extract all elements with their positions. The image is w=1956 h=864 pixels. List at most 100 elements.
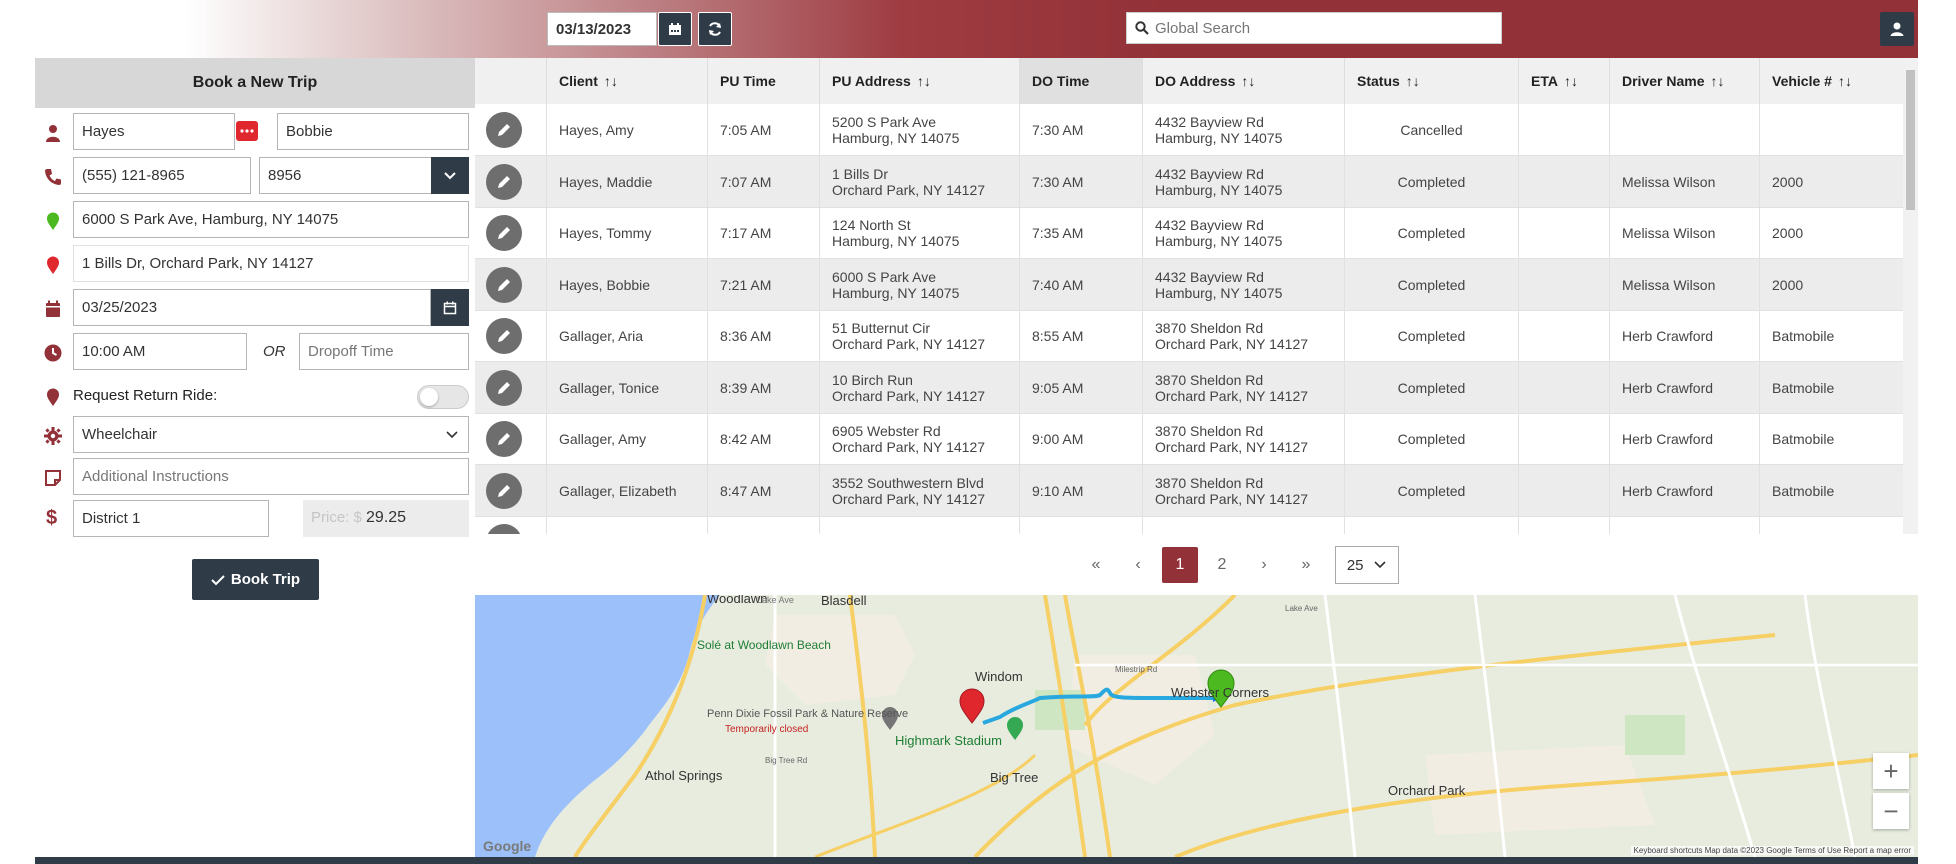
- trip-date-field[interactable]: 03/25/2023: [73, 289, 431, 326]
- route-map[interactable]: Woodlawn Lake Ave Blasdell Solé at Woodl…: [475, 595, 1918, 857]
- header-vehicle[interactable]: Vehicle # ↑↓: [1759, 58, 1905, 104]
- dropoff-time-field[interactable]: Dropoff Time: [299, 333, 469, 370]
- return-ride-row: Request Return Ride:: [35, 377, 475, 415]
- header-do-time[interactable]: DO Time: [1019, 58, 1142, 104]
- contact-card-icon[interactable]: [236, 121, 258, 141]
- edit-trip-button[interactable]: [486, 266, 522, 303]
- edit-trip-button[interactable]: [486, 369, 522, 406]
- address-line-1: 4432 Bayview Rd: [1155, 217, 1264, 233]
- cell-eta: [1518, 310, 1609, 362]
- table-row[interactable]: Hayes, Maddie 7:07 AM 1 Bills Dr Orchard Pa…: [475, 155, 1905, 208]
- table-row[interactable]: Gallager, Elizabeth 8:47 AM 3552 Southwest…: [475, 464, 1905, 517]
- cell-driver: [1609, 516, 1759, 534]
- edit-trip-button[interactable]: [486, 112, 522, 148]
- calendar-icon: [669, 23, 681, 35]
- calendar-button[interactable]: [658, 12, 692, 46]
- next-page-button[interactable]: ›: [1243, 547, 1285, 583]
- table-row[interactable]: Hayes, Amy 7:05 AM 5200 S Park Ave Hamburg,…: [475, 104, 1905, 156]
- prev-page-button[interactable]: ‹: [1117, 547, 1159, 583]
- stadium-marker[interactable]: [1007, 717, 1023, 740]
- table-header: Client ↑↓ PU Time PU Address ↑↓ DO Time DO…: [475, 58, 1905, 104]
- header-client[interactable]: Client ↑↓: [546, 58, 707, 104]
- map-label-blasdell: Blasdell: [821, 595, 867, 608]
- edit-trip-button[interactable]: [486, 318, 522, 354]
- cell-do-address: 4432 Bayview Rd Hamburg, NY 14075: [1142, 155, 1344, 208]
- address-line-2: Orchard Park, NY 14127: [1155, 387, 1309, 404]
- cell-client: Gallager, Amy: [546, 413, 707, 465]
- cell-do-time: [1019, 516, 1142, 534]
- phone-extension-field[interactable]: 8956: [259, 157, 433, 194]
- refresh-button[interactable]: [698, 12, 732, 46]
- mobility-select[interactable]: Wheelchair: [73, 416, 469, 453]
- user-menu-button[interactable]: [1880, 12, 1914, 46]
- page-size-select[interactable]: 25: [1335, 546, 1399, 584]
- address-line-1: 5200 S Park Ave: [832, 114, 937, 130]
- address-line-1: 3870 Sheldon Rd: [1155, 423, 1264, 439]
- date-picker-input[interactable]: 03/13/2023: [547, 12, 657, 46]
- header-pu-address[interactable]: PU Address ↑↓: [819, 58, 1019, 104]
- header-do-address[interactable]: DO Address ↑↓: [1142, 58, 1344, 104]
- header-eta[interactable]: ETA ↑↓: [1518, 58, 1609, 104]
- table-row[interactable]: Hayes, Tommy 7:17 AM 124 North St Hamburg, …: [475, 207, 1905, 259]
- header-pu-time[interactable]: PU Time: [707, 58, 819, 104]
- chevron-down-icon: [446, 431, 458, 439]
- cell-do-time: 7:30 AM: [1019, 104, 1142, 156]
- dropoff-address-field[interactable]: 1 Bills Dr, Orchard Park, NY 14127: [73, 245, 469, 282]
- edit-trip-button[interactable]: [486, 421, 522, 457]
- district-field[interactable]: District 1: [73, 500, 269, 537]
- page-1-button[interactable]: 1: [1162, 547, 1198, 583]
- header-status[interactable]: Status ↑↓: [1344, 58, 1518, 104]
- global-search[interactable]: [1126, 12, 1502, 44]
- edit-trip-button[interactable]: [486, 472, 522, 509]
- edit-trip-button[interactable]: [486, 524, 522, 534]
- return-ride-toggle[interactable]: [417, 385, 469, 409]
- cell-pu-address: 6905 Webster Rd Orchard Park, NY 14127: [819, 413, 1019, 465]
- edit-trip-button[interactable]: [486, 215, 522, 251]
- cell-driver: Herb Crawford: [1609, 361, 1759, 414]
- cell-do-address: 3870 Sheldon Rd Orchard Park, NY 14127: [1142, 361, 1344, 414]
- phone-dropdown-button[interactable]: [431, 157, 469, 194]
- map-zoom-out-button[interactable]: −: [1873, 793, 1909, 829]
- address-line-2: Orchard Park, NY 14127: [1155, 336, 1309, 352]
- trip-date-picker-button[interactable]: [431, 289, 469, 326]
- book-trip-form: Book a New Trip Hayes Bobbie (555) 121-8…: [35, 58, 475, 537]
- header-driver-name[interactable]: Driver Name ↑↓: [1609, 58, 1759, 104]
- table-row[interactable]: Gallager, Tonice 8:39 AM 10 Birch Run Orcha…: [475, 361, 1905, 414]
- phone-field[interactable]: (555) 121-8965: [73, 157, 251, 194]
- sort-icon: ↑↓: [916, 73, 931, 89]
- cell-pu-address: 1 Bills Dr Orchard Park, NY 14127: [819, 155, 1019, 208]
- last-page-button[interactable]: »: [1285, 547, 1327, 583]
- cell-pu-time: 8:42 AM: [707, 413, 819, 465]
- table-row[interactable]: Hayes, Bobbie 7:21 AM 6000 S Park Ave Hambu…: [475, 258, 1905, 311]
- pickup-time-field[interactable]: 10:00 AM: [73, 333, 247, 370]
- table-row[interactable]: Gallager, Aria 8:36 AM 51 Butternut Cir Orc…: [475, 310, 1905, 362]
- cell-eta: [1518, 258, 1609, 311]
- table-scrollbar-thumb[interactable]: [1906, 70, 1915, 210]
- page-2-button[interactable]: 2: [1201, 547, 1243, 583]
- book-trip-button[interactable]: Book Trip: [192, 559, 319, 600]
- dollar-icon: $: [46, 507, 58, 529]
- table-row[interactable]: Gallager, Amy 8:42 AM 6905 Webster Rd Orcha…: [475, 413, 1905, 465]
- first-name-field[interactable]: Bobbie: [277, 113, 469, 150]
- edit-trip-button[interactable]: [486, 163, 522, 200]
- cell-do-time: 8:55 AM: [1019, 310, 1142, 362]
- cell-pu-address: 671 Main St: [819, 516, 1019, 534]
- additional-instructions-field[interactable]: Additional Instructions: [73, 458, 469, 495]
- address-line-2: Hamburg, NY 14075: [1155, 181, 1283, 198]
- map-attribution[interactable]: Keyboard shortcuts Map data ©2023 Google…: [1630, 846, 1914, 855]
- address-line-2: Orchard Park, NY 14127: [832, 439, 986, 455]
- pickup-address-field[interactable]: 6000 S Park Ave, Hamburg, NY 14075: [73, 201, 469, 238]
- cell-pu-time: [707, 516, 819, 534]
- map-zoom-in-button[interactable]: +: [1873, 753, 1909, 789]
- cell-driver: Melissa Wilson: [1609, 207, 1759, 259]
- last-name-field[interactable]: Hayes: [73, 113, 235, 150]
- address-line-1: 1 Bills Dr: [832, 165, 889, 182]
- calendar-icon: [443, 301, 457, 314]
- global-search-input[interactable]: [1155, 19, 1485, 37]
- cell-vehicle: [1759, 516, 1905, 534]
- cell-pu-time: 8:36 AM: [707, 310, 819, 362]
- first-page-button[interactable]: «: [1075, 547, 1117, 583]
- dropoff-marker[interactable]: [959, 688, 985, 724]
- table-row[interactable]: 671 Main St 3715 Genesee St: [475, 516, 1905, 534]
- cell-pu-time: 7:17 AM: [707, 207, 819, 259]
